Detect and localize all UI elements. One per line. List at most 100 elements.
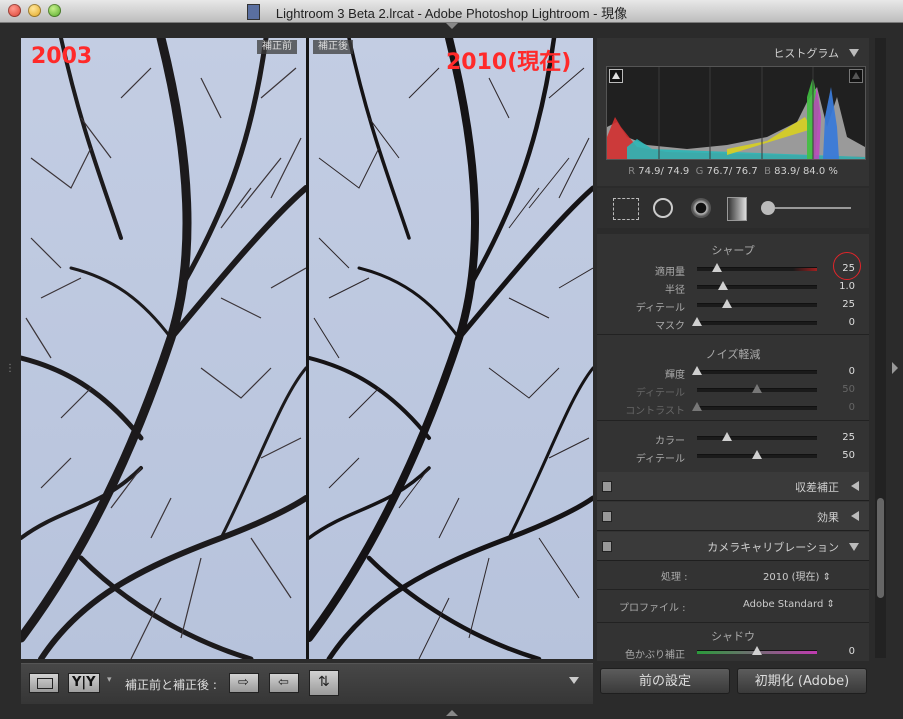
swap-before-after-button[interactable]: ⇅	[309, 670, 339, 696]
slider-label: ディテール	[635, 303, 685, 314]
after-photo[interactable]	[309, 38, 593, 659]
tree-branches-after	[309, 38, 593, 659]
sharpen-rows-slider-row: マスク 0	[597, 314, 869, 332]
histogram-readout: R 74.9/ 74.9 G 76.7/ 76.7 B 83.9/ 84.0 %	[628, 166, 838, 177]
highlight-clipping-icon[interactable]	[849, 69, 863, 83]
loupe-view-button[interactable]	[29, 673, 59, 693]
camera-divider-2	[597, 622, 869, 623]
before-year-label: 2003	[31, 44, 93, 69]
process-value: 2010 (現在)	[763, 572, 820, 583]
slider-value[interactable]: 25	[842, 299, 855, 310]
process-select[interactable]: 2010 (現在) ⇕	[763, 568, 831, 583]
slider-thumb[interactable]	[752, 384, 762, 393]
color-rows-slider-row: ディテール 50	[597, 447, 869, 465]
camera-toggle-switch[interactable]	[602, 541, 612, 552]
after-year-label: 2010(現在)	[446, 50, 572, 75]
slider-label: マスク	[655, 321, 685, 332]
tint-thumb[interactable]	[752, 646, 762, 655]
effects-header[interactable]: 効果	[597, 502, 869, 531]
lens-expand-icon[interactable]	[851, 481, 859, 491]
bottom-panel-toggle-icon[interactable]	[446, 710, 458, 716]
histogram-title: ヒストグラム	[773, 47, 839, 60]
slider-label: ディテール	[635, 454, 685, 465]
noise-title: ノイズ軽減	[705, 348, 761, 361]
slider-thumb[interactable]	[692, 317, 702, 326]
slider-thumb[interactable]	[718, 281, 729, 290]
effects-toggle-switch[interactable]	[602, 511, 612, 522]
slider-thumb[interactable]	[692, 366, 702, 375]
profile-label: プロファイル :	[619, 603, 686, 614]
profile-select[interactable]: Adobe Standard ⇕	[743, 599, 835, 610]
panel-scrollbar[interactable]	[875, 38, 886, 658]
before-chip: 補正前	[257, 40, 297, 54]
slider-value[interactable]: 50	[842, 384, 855, 395]
after-chip: 補正後	[313, 40, 353, 54]
right-panel-toggle-icon[interactable]	[892, 362, 898, 374]
slider-thumb[interactable]	[692, 402, 702, 411]
lens-corrections-title: 収差補正	[795, 481, 839, 494]
slider-track[interactable]	[697, 321, 817, 325]
histogram-header[interactable]: ヒストグラム	[597, 38, 869, 66]
highlight-circle	[833, 252, 861, 280]
arrow-left-icon: ⇦	[278, 675, 289, 690]
slider-thumb[interactable]	[752, 450, 762, 459]
sharpen-title: シャープ	[711, 244, 755, 257]
top-panel-toggle-icon[interactable]	[446, 23, 458, 29]
adjustment-brush-icon[interactable]	[761, 201, 851, 215]
slider-thumb[interactable]	[712, 263, 723, 272]
red-eye-icon[interactable]	[691, 198, 711, 218]
lens-toggle-switch[interactable]	[602, 481, 612, 492]
process-label: 処理 :	[661, 572, 688, 583]
slider-track[interactable]	[697, 285, 817, 289]
lens-corrections-header[interactable]: 収差補正	[597, 472, 869, 501]
slider-thumb[interactable]	[722, 432, 732, 441]
previous-settings-button[interactable]: 前の設定	[600, 668, 730, 694]
slider-track[interactable]	[697, 303, 817, 307]
camera-collapse-icon[interactable]	[849, 543, 859, 551]
tint-label: 色かぶり補正	[625, 650, 685, 661]
view-menu-chevron-icon[interactable]: ▾	[107, 675, 112, 685]
left-panel-toggle-icon[interactable]: ⋮	[5, 363, 15, 374]
tint-slider-row: 色かぶり補正 0	[597, 643, 869, 661]
profile-value: Adobe Standard	[743, 599, 824, 610]
before-photo[interactable]	[21, 38, 306, 659]
slider-value[interactable]: 50	[842, 450, 855, 461]
histogram-collapse-icon[interactable]	[849, 49, 859, 57]
slider-label: カラー	[655, 436, 685, 447]
color-rows-slider-row: カラー 25	[597, 429, 869, 447]
tint-value[interactable]: 0	[849, 646, 855, 657]
tree-branches-before	[21, 38, 306, 659]
histogram-graph	[606, 66, 866, 160]
camera-calibration-header[interactable]: カメラキャリブレーション	[597, 532, 869, 561]
toolbar-options-chevron-icon[interactable]	[569, 677, 579, 684]
noise-rows-slider-row: ディテール 50	[597, 381, 869, 399]
slider-value[interactable]: 0	[849, 402, 855, 413]
slider-track[interactable]	[697, 406, 817, 410]
slider-value[interactable]: 1.0	[839, 281, 855, 292]
before-after-view-button[interactable]: Y|Y	[68, 673, 100, 693]
camera-calibration-title: カメラキャリブレーション	[707, 541, 839, 554]
swap-icon: ⇅	[318, 674, 330, 690]
slider-label: 半径	[665, 285, 685, 296]
compare-label: 補正前と補正後 :	[125, 678, 217, 692]
effects-expand-icon[interactable]	[851, 511, 859, 521]
spot-removal-icon[interactable]	[653, 198, 673, 218]
slider-track[interactable]	[697, 436, 817, 440]
slider-value[interactable]: 0	[849, 366, 855, 377]
copy-after-to-before-button[interactable]: ⇦	[269, 673, 299, 693]
bottom-toolbar: Y|Y ▾ 補正前と補正後 : ⇨ ⇦ ⇅	[21, 663, 593, 704]
slider-thumb[interactable]	[722, 299, 732, 308]
slider-value[interactable]: 0	[849, 317, 855, 328]
yy-icon: Y|Y	[72, 675, 96, 690]
crop-tool-icon[interactable]	[613, 198, 639, 220]
graduated-filter-icon[interactable]	[727, 197, 747, 221]
slider-value[interactable]: 25	[842, 432, 855, 443]
sharpen-rows-slider-row: 半径 1.0	[597, 278, 869, 296]
slider-track[interactable]	[697, 370, 817, 374]
slider-label: 輝度	[665, 370, 685, 381]
reset-button[interactable]: 初期化 (Adobe)	[737, 668, 867, 694]
panel-scroll-thumb[interactable]	[877, 498, 884, 598]
copy-before-to-after-button[interactable]: ⇨	[229, 673, 259, 693]
shadow-clipping-icon[interactable]	[609, 69, 623, 83]
sharpen-divider	[597, 334, 869, 335]
